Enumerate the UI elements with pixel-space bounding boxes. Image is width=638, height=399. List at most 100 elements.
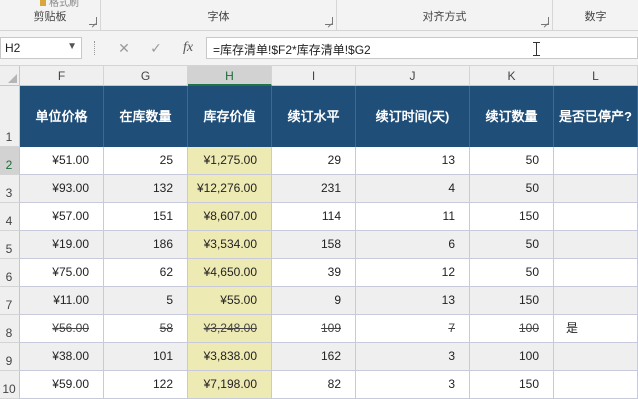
- data-cell-f9[interactable]: ¥38.00: [20, 343, 104, 371]
- data-cell-g4[interactable]: 151: [104, 203, 188, 231]
- formula-bar-grip[interactable]: [94, 41, 98, 55]
- data-cell-l9[interactable]: [554, 343, 638, 371]
- chevron-down-icon[interactable]: ▼: [67, 41, 77, 52]
- data-cell-h6[interactable]: ¥4,650.00: [188, 259, 272, 287]
- data-cell-h5[interactable]: ¥3,534.00: [188, 231, 272, 259]
- row-header-4[interactable]: 4: [0, 203, 20, 231]
- alignment-group: 对齐方式: [337, 0, 553, 30]
- column-header-l[interactable]: L: [554, 66, 638, 86]
- name-box[interactable]: H2 ▼: [0, 37, 82, 59]
- data-cell-i4[interactable]: 114: [272, 203, 356, 231]
- header-cell-f[interactable]: 单位价格: [20, 86, 104, 147]
- data-cell-f2[interactable]: ¥51.00: [20, 147, 104, 175]
- data-cell-j2[interactable]: 13: [356, 147, 470, 175]
- data-cell-l4[interactable]: [554, 203, 638, 231]
- data-cell-l5[interactable]: [554, 231, 638, 259]
- data-cell-k6[interactable]: 50: [470, 259, 554, 287]
- data-cell-j5[interactable]: 6: [356, 231, 470, 259]
- data-cell-g8[interactable]: 58: [104, 315, 188, 343]
- data-cell-k3[interactable]: 50: [470, 175, 554, 203]
- row-header-9[interactable]: 9: [0, 343, 20, 371]
- row-header-3[interactable]: 3: [0, 175, 20, 203]
- data-cell-g9[interactable]: 101: [104, 343, 188, 371]
- data-cell-k7[interactable]: 150: [470, 287, 554, 315]
- row-header-2[interactable]: 2: [0, 147, 20, 175]
- data-cell-i5[interactable]: 158: [272, 231, 356, 259]
- data-cell-g10[interactable]: 122: [104, 371, 188, 399]
- data-cell-i10[interactable]: 82: [272, 371, 356, 399]
- header-cell-i[interactable]: 续订水平: [272, 86, 356, 147]
- data-cell-k2[interactable]: 50: [470, 147, 554, 175]
- data-cell-h3[interactable]: ¥12,276.00: [188, 175, 272, 203]
- data-cell-l6[interactable]: [554, 259, 638, 287]
- data-cell-k10[interactable]: 150: [470, 371, 554, 399]
- data-cell-k5[interactable]: 50: [470, 231, 554, 259]
- column-header-f[interactable]: F: [20, 66, 104, 86]
- data-cell-f6[interactable]: ¥75.00: [20, 259, 104, 287]
- data-cell-j3[interactable]: 4: [356, 175, 470, 203]
- data-cell-i2[interactable]: 29: [272, 147, 356, 175]
- data-cell-j6[interactable]: 12: [356, 259, 470, 287]
- cancel-icon[interactable]: ✕: [114, 38, 134, 58]
- data-cell-l10[interactable]: [554, 371, 638, 399]
- data-cell-k9[interactable]: 100: [470, 343, 554, 371]
- data-cell-i8[interactable]: 109: [272, 315, 356, 343]
- data-cell-h7[interactable]: ¥55.00: [188, 287, 272, 315]
- formula-input[interactable]: =库存清单!$F2*库存清单!$G2: [206, 37, 638, 59]
- data-cell-k8[interactable]: 100: [470, 315, 554, 343]
- data-cell-f8[interactable]: ¥56.00: [20, 315, 104, 343]
- clipboard-dialog-launcher-icon[interactable]: [89, 17, 97, 25]
- font-dialog-launcher-icon[interactable]: [325, 17, 333, 25]
- data-cell-l8[interactable]: 是: [554, 315, 638, 343]
- header-cell-l[interactable]: 是否已停产?: [554, 86, 638, 147]
- insert-function-icon[interactable]: fx: [178, 38, 198, 58]
- data-cell-h4[interactable]: ¥8,607.00: [188, 203, 272, 231]
- alignment-dialog-launcher-icon[interactable]: [541, 17, 549, 25]
- data-cell-l7[interactable]: [554, 287, 638, 315]
- enter-icon[interactable]: ✓: [146, 38, 166, 58]
- data-cell-f7[interactable]: ¥11.00: [20, 287, 104, 315]
- data-cell-h8[interactable]: ¥3,248.00: [188, 315, 272, 343]
- data-cell-g7[interactable]: 5: [104, 287, 188, 315]
- data-cell-g3[interactable]: 132: [104, 175, 188, 203]
- data-cell-f4[interactable]: ¥57.00: [20, 203, 104, 231]
- data-cell-g5[interactable]: 186: [104, 231, 188, 259]
- data-cell-j10[interactable]: 3: [356, 371, 470, 399]
- data-cell-f3[interactable]: ¥93.00: [20, 175, 104, 203]
- data-cell-g6[interactable]: 62: [104, 259, 188, 287]
- header-cell-k[interactable]: 续订数量: [470, 86, 554, 147]
- header-cell-h[interactable]: 库存价值: [188, 86, 272, 147]
- row-header-5[interactable]: 5: [0, 231, 20, 259]
- data-cell-j8[interactable]: 7: [356, 315, 470, 343]
- select-all-corner[interactable]: [0, 66, 20, 86]
- data-cell-g2[interactable]: 25: [104, 147, 188, 175]
- column-header-j[interactable]: J: [356, 66, 470, 86]
- column-header-k[interactable]: K: [470, 66, 554, 86]
- data-cell-f10[interactable]: ¥59.00: [20, 371, 104, 399]
- column-header-i[interactable]: I: [272, 66, 356, 86]
- data-cell-h9[interactable]: ¥3,838.00: [188, 343, 272, 371]
- data-cell-l3[interactable]: [554, 175, 638, 203]
- row-header-7[interactable]: 7: [0, 287, 20, 315]
- row-number: 8: [5, 326, 13, 340]
- data-cell-i3[interactable]: 231: [272, 175, 356, 203]
- row-header-6[interactable]: 6: [0, 259, 20, 287]
- data-cell-j4[interactable]: 11: [356, 203, 470, 231]
- header-cell-j[interactable]: 续订时间(天): [356, 86, 470, 147]
- data-cell-i7[interactable]: 9: [272, 287, 356, 315]
- data-cell-k4[interactable]: 150: [470, 203, 554, 231]
- data-cell-i6[interactable]: 39: [272, 259, 356, 287]
- data-cell-j7[interactable]: 13: [356, 287, 470, 315]
- data-cell-i9[interactable]: 162: [272, 343, 356, 371]
- row-header-10[interactable]: 10: [0, 371, 20, 399]
- row-header-8[interactable]: 8: [0, 315, 20, 343]
- data-cell-h2[interactable]: ¥1,275.00: [188, 147, 272, 175]
- row-header-1[interactable]: 1: [0, 86, 20, 147]
- data-cell-l2[interactable]: [554, 147, 638, 175]
- column-header-h[interactable]: H: [188, 66, 272, 86]
- column-header-g[interactable]: G: [104, 66, 188, 86]
- header-cell-g[interactable]: 在库数量: [104, 86, 188, 147]
- data-cell-f5[interactable]: ¥19.00: [20, 231, 104, 259]
- data-cell-h10[interactable]: ¥7,198.00: [188, 371, 272, 399]
- data-cell-j9[interactable]: 3: [356, 343, 470, 371]
